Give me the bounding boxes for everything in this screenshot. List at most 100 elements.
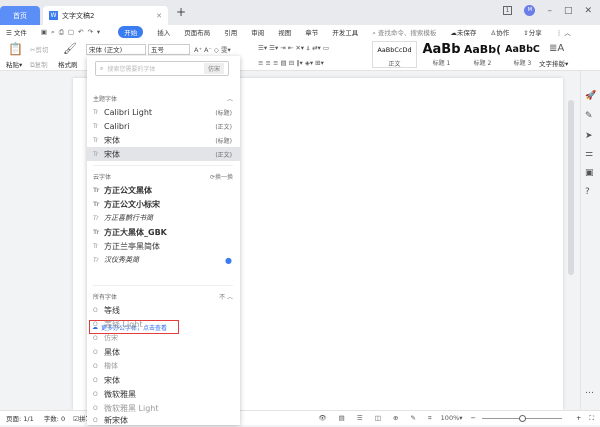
- backup-icon[interactable]: ▣: [585, 168, 594, 178]
- cut-button[interactable]: ✂剪切: [30, 44, 48, 54]
- unsaved-button[interactable]: ☁未保存: [450, 27, 476, 37]
- refresh-button[interactable]: ⟳换一换: [210, 172, 233, 181]
- all-fonts-toggle[interactable]: 不 ︿: [219, 292, 233, 301]
- zoom-in-button[interactable]: +: [576, 414, 581, 422]
- maximize-icon[interactable]: □: [564, 6, 573, 16]
- tab-references[interactable]: 引用: [224, 27, 237, 37]
- font-item[interactable]: O 微软雅黑: [87, 387, 240, 401]
- font-size-select[interactable]: 五号: [148, 44, 190, 55]
- font-search-input[interactable]: ⌕ 搜索您需要的字体 仿宋: [95, 61, 229, 76]
- search-placeholder: 搜索您需要的字体: [107, 66, 156, 73]
- more-icon[interactable]: …: [585, 386, 594, 396]
- divider: [93, 285, 233, 286]
- collab-button[interactable]: ♙协作: [490, 27, 509, 37]
- tab-insert[interactable]: 插入: [157, 27, 170, 37]
- style-heading-1[interactable]: AaBb 标题 1: [419, 41, 464, 67]
- tab-home[interactable]: 首页: [0, 6, 40, 25]
- style-heading-2[interactable]: AaBb(标题 2: [460, 41, 505, 67]
- font-item[interactable]: O 等线: [87, 303, 240, 317]
- zoom-out-button[interactable]: −: [471, 414, 476, 422]
- cloud-font-item[interactable]: Tr 方正兰亭黑简体: [87, 239, 240, 253]
- text-layout-icon[interactable]: ≣A: [549, 43, 564, 54]
- truetype-icon: Tr: [93, 186, 100, 194]
- font-item[interactable]: Tr Calibri Light (标题): [87, 105, 240, 119]
- cut-label: 剪切: [35, 46, 49, 54]
- zoom-slider-knob[interactable]: [518, 414, 526, 422]
- style-normal[interactable]: AaBbCcDd 正文: [372, 41, 417, 68]
- font-tools-icons[interactable]: A⁺ A⁻ ◇ 雯▾: [194, 44, 231, 54]
- tab-developer[interactable]: 开发工具: [332, 27, 358, 37]
- truetype-icon: Tr: [93, 150, 99, 158]
- text-layout-button[interactable]: 文字排版▾: [539, 58, 568, 68]
- cloud-font-item[interactable]: Tr 方正公文黑体: [87, 183, 240, 197]
- format-painter-icon[interactable]: 🖌: [63, 42, 77, 55]
- menu-bar: ☰ 文件 ▣⌕⎙▢↶↷▾ 开始 插入 页面布局 引用 审阅 视图 章节 开发工具…: [0, 25, 600, 39]
- file-menu[interactable]: ☰ 文件: [6, 27, 27, 37]
- cursor-icon[interactable]: ➤: [585, 131, 593, 141]
- avatar[interactable]: M: [524, 5, 536, 16]
- sliders-icon[interactable]: ⚌: [585, 149, 593, 159]
- font-search-suggest[interactable]: 仿宋: [203, 63, 224, 74]
- minimize-icon[interactable]: –: [547, 6, 552, 16]
- truetype-icon: Tr: [93, 200, 100, 208]
- vertical-scrollbar[interactable]: [568, 80, 576, 410]
- font-name-select[interactable]: 宋体 (正文): [86, 44, 146, 55]
- font-item[interactable]: O 仿宋: [87, 331, 240, 345]
- tab-view[interactable]: 视图: [278, 27, 291, 37]
- help-icon[interactable]: ?: [585, 187, 590, 197]
- font-item[interactable]: O 宋体: [87, 373, 240, 387]
- truetype-icon: Tr: [93, 108, 99, 116]
- opentype-icon: O: [93, 362, 98, 370]
- scrollbar-thumb[interactable]: [568, 100, 574, 275]
- font-item-selected[interactable]: Tr 宋体 (正文): [87, 147, 240, 161]
- doc-title: 文字文稿2: [62, 11, 95, 20]
- tab-review[interactable]: 审阅: [251, 27, 264, 37]
- new-tab-button[interactable]: +: [176, 5, 186, 19]
- zoom-level: 100%: [440, 414, 460, 422]
- font-item[interactable]: O 楷体: [87, 359, 240, 373]
- quick-access-icons[interactable]: ▣⌕⎙▢↶↷▾: [41, 28, 104, 37]
- close-window-icon[interactable]: ✕: [584, 6, 592, 16]
- rocket-icon[interactable]: 🚀: [585, 91, 596, 101]
- share-button[interactable]: ⇪分享: [523, 27, 541, 37]
- font-item[interactable]: Tr Calibri (正文): [87, 119, 240, 133]
- style-label: 标题 2: [473, 60, 492, 67]
- cloud-font-item[interactable]: Tr 汉仪秀英简 ●: [87, 253, 240, 267]
- cloud-font-item[interactable]: Tr 方正公文小标宋: [87, 197, 240, 211]
- zoom-select[interactable]: 100%▾: [441, 414, 463, 422]
- font-item[interactable]: O 等线 Light: [87, 317, 240, 331]
- theme-fonts-header: 主题字体 ︿: [93, 94, 233, 103]
- collab-label: 协作: [496, 29, 510, 37]
- alignment-icons[interactable]: ≡ ≡ ≡ ▤ ⊟ ‖▾ ◈▾ ⊞▾: [258, 59, 324, 67]
- opentype-icon: O: [93, 320, 98, 328]
- command-search[interactable]: ⌕ 查找命令、搜索模板: [372, 27, 436, 38]
- file-label: 文件: [13, 29, 27, 37]
- opentype-icon: O: [93, 306, 98, 314]
- pen-icon[interactable]: ✎: [585, 111, 593, 121]
- view-mode-icons[interactable]: 👁 ▤ ☰ ◫ ⊕ ✎ ⌗: [318, 414, 436, 423]
- copy-button[interactable]: ⧉复制: [30, 59, 48, 70]
- close-tab-icon[interactable]: ✕: [156, 12, 162, 20]
- font-item[interactable]: O 黑体: [87, 345, 240, 359]
- command-search-text: 查找命令、搜索模板: [377, 28, 437, 37]
- tab-home-ribbon[interactable]: 开始: [118, 26, 144, 38]
- tab-document[interactable]: W 文字文稿2 ✕: [43, 6, 168, 25]
- style-preview: AaBbC: [505, 44, 540, 55]
- window-count-badge[interactable]: 1: [502, 6, 513, 15]
- cloud-font-item[interactable]: Tr 方正大黑体_GBK: [87, 225, 240, 239]
- format-painter-button[interactable]: 格式刷: [58, 59, 78, 69]
- paste-icon[interactable]: 📋: [8, 42, 23, 56]
- tab-section[interactable]: 章节: [305, 27, 318, 37]
- more-icon[interactable]: ⋮ ︿: [556, 27, 571, 37]
- fullscreen-icon[interactable]: ⛶: [589, 414, 594, 423]
- opentype-icon: O: [93, 416, 98, 424]
- word-count[interactable]: 字数: 0: [44, 413, 65, 423]
- zoom-slider[interactable]: [481, 414, 562, 422]
- page-count[interactable]: 页面: 1/1: [6, 413, 34, 423]
- tab-page-layout[interactable]: 页面布局: [184, 27, 210, 37]
- font-item[interactable]: Tr 宋体 (标题): [87, 133, 240, 147]
- cloud-font-item[interactable]: Tr 方正喜鹊行书简: [87, 211, 240, 225]
- paste-button[interactable]: 粘贴▾: [6, 59, 22, 69]
- collapse-icon[interactable]: ︿: [227, 94, 233, 103]
- paragraph-tools-icons[interactable]: ☰▾ ☰▾ ⇥ ⇤ ✕▾ ⍋ ⇄▾ ▭: [258, 44, 329, 53]
